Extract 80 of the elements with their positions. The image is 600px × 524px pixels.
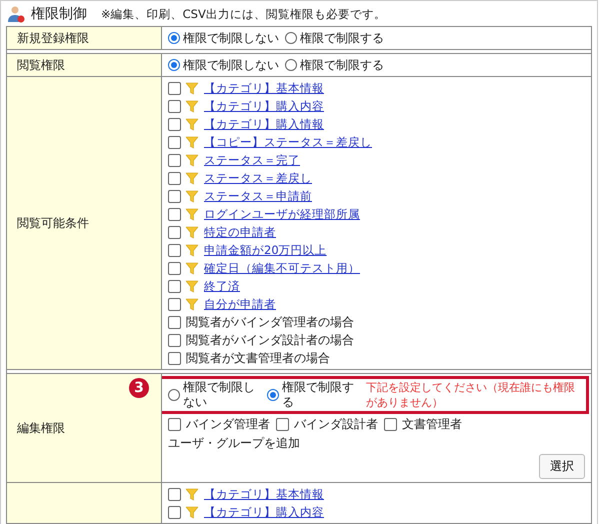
- row-label: 編集権限: [17, 420, 65, 436]
- row-label: 閲覧可能条件: [17, 214, 89, 232]
- checkbox[interactable]: [168, 226, 181, 238]
- funnel-icon: [186, 298, 198, 310]
- radio-label: 権限で制限する: [300, 30, 384, 46]
- checkbox[interactable]: [384, 418, 397, 431]
- radio-button[interactable]: [285, 59, 297, 71]
- funnel-icon: [186, 118, 198, 130]
- condition-label: 閲覧者がバインダ管理者の場合: [186, 314, 354, 330]
- radio-button[interactable]: [168, 32, 180, 44]
- checkbox[interactable]: [168, 208, 181, 220]
- checkbox[interactable]: [168, 418, 181, 431]
- role-label: バインダ管理者: [186, 416, 270, 433]
- condition-link[interactable]: 【カテゴリ】基本情報: [200, 80, 324, 96]
- checkbox[interactable]: [168, 172, 181, 184]
- checkbox[interactable]: [168, 118, 181, 130]
- funnel-icon: [186, 136, 198, 148]
- radio-label: 権限で制限する: [282, 380, 355, 410]
- section-title: 権限制御: [31, 5, 87, 23]
- condition-link[interactable]: ステータス＝申請前: [200, 188, 312, 204]
- funnel-icon: [186, 208, 198, 220]
- radio-button[interactable]: [168, 59, 180, 71]
- checkbox[interactable]: [168, 154, 181, 166]
- condition-label: 閲覧者が文書管理者の場合: [186, 350, 330, 366]
- funnel-icon: [186, 82, 198, 94]
- warning-message: 下記を設定してください（現在誰にも権限がありません）: [366, 380, 576, 410]
- funnel-icon: [186, 244, 198, 256]
- radio-button[interactable]: [285, 32, 297, 44]
- checkbox[interactable]: [168, 316, 181, 328]
- condition-link[interactable]: 特定の申請者: [200, 224, 276, 240]
- select-button[interactable]: 選択: [539, 454, 585, 479]
- funnel-icon: [186, 488, 198, 500]
- condition-link[interactable]: 申請金額が20万円以上: [200, 242, 327, 258]
- checkbox[interactable]: [168, 100, 181, 112]
- condition-link[interactable]: 【カテゴリ】購入情報: [200, 116, 324, 132]
- radio-label: 権限で制限しない: [183, 56, 279, 74]
- checkbox[interactable]: [168, 190, 181, 202]
- condition-link[interactable]: ステータス＝完了: [200, 152, 300, 168]
- add-user-label: ユーザ・グループを追加: [168, 434, 300, 452]
- condition-link[interactable]: ログインユーザが経理部所属: [200, 206, 360, 222]
- checkbox[interactable]: [168, 334, 181, 346]
- checkbox[interactable]: [168, 488, 181, 500]
- row-label: 閲覧権限: [17, 56, 65, 74]
- checkbox[interactable]: [168, 136, 181, 148]
- checkbox[interactable]: [168, 506, 181, 518]
- funnel-icon: [186, 190, 198, 202]
- condition-link[interactable]: 自分が申請者: [200, 296, 276, 312]
- condition-link[interactable]: 【カテゴリ】基本情報: [200, 486, 324, 502]
- role-label: 文書管理者: [402, 416, 462, 433]
- role-label: バインダ設計者: [294, 416, 378, 433]
- checkbox[interactable]: [276, 418, 289, 431]
- step-badge: 3: [129, 378, 149, 398]
- funnel-icon: [186, 172, 198, 184]
- checkbox[interactable]: [168, 298, 181, 310]
- condition-link[interactable]: 【カテゴリ】購入内容: [200, 504, 324, 520]
- condition-link[interactable]: 確定日（編集不可テスト用）: [200, 260, 360, 276]
- radio-label: 権限で制限する: [300, 56, 384, 74]
- checkbox[interactable]: [168, 280, 181, 292]
- checkbox[interactable]: [168, 352, 181, 364]
- radio-label: 権限で制限しない: [183, 380, 256, 410]
- row-label: 新規登録権限: [17, 30, 89, 46]
- condition-link[interactable]: 【コピー】ステータス＝差戻し: [200, 134, 372, 150]
- condition-link[interactable]: 【カテゴリ】購入内容: [200, 98, 324, 114]
- note-text: ※編集、印刷、CSV出力には、閲覧権限も必要です。: [101, 6, 386, 22]
- funnel-icon: [186, 280, 198, 292]
- funnel-icon: [186, 226, 198, 238]
- funnel-icon: [186, 262, 198, 274]
- funnel-icon: [186, 100, 198, 112]
- condition-link[interactable]: 終了済: [200, 278, 240, 294]
- funnel-icon: [186, 506, 198, 518]
- funnel-icon: [186, 154, 198, 166]
- checkbox[interactable]: [168, 244, 181, 256]
- checkbox[interactable]: [168, 82, 181, 94]
- condition-label: 閲覧者がバインダ設計者の場合: [186, 332, 354, 348]
- radio-button[interactable]: [168, 389, 180, 401]
- condition-link[interactable]: ステータス＝差戻し: [200, 170, 312, 186]
- checkbox[interactable]: [168, 262, 181, 274]
- radio-label: 権限で制限しない: [183, 30, 279, 46]
- user-icon: [7, 5, 25, 23]
- radio-button[interactable]: [267, 389, 279, 401]
